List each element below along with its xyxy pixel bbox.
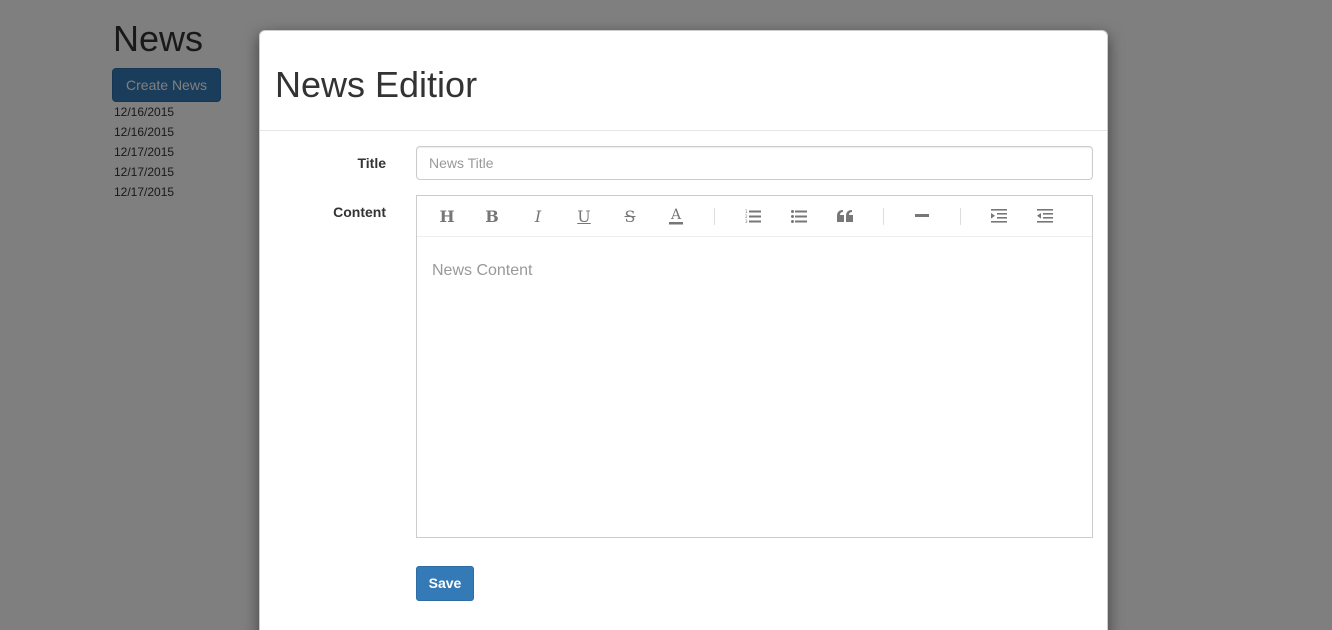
bold-icon[interactable]: B: [480, 204, 504, 228]
content-editor-area[interactable]: News Content: [417, 237, 1092, 537]
underline-icon[interactable]: U: [572, 204, 596, 228]
indent-icon[interactable]: [987, 204, 1011, 228]
outdent-icon[interactable]: [1033, 204, 1057, 228]
toolbar-separator: [714, 208, 715, 225]
modal-title: News Editior: [275, 64, 478, 105]
editor-toolbar: H B I U S A 123: [417, 196, 1092, 237]
svg-text:3: 3: [745, 219, 748, 223]
content-label: Content: [333, 204, 386, 220]
toolbar-separator: [960, 208, 961, 225]
news-editor-modal: News Editior Title Content H B I U S A 1…: [259, 30, 1108, 630]
strikethrough-icon[interactable]: S: [618, 204, 642, 228]
font-color-icon[interactable]: A: [664, 204, 688, 228]
ordered-list-icon[interactable]: 123: [741, 204, 765, 228]
horizontal-rule-icon[interactable]: [910, 204, 934, 228]
title-label: Title: [357, 155, 386, 171]
content-editor: H B I U S A 123 News Content: [416, 195, 1093, 538]
italic-icon[interactable]: I: [526, 204, 550, 228]
toolbar-separator: [883, 208, 884, 225]
save-button[interactable]: Save: [416, 566, 474, 601]
unordered-list-icon[interactable]: [787, 204, 811, 228]
modal-header: News Editior: [260, 31, 1107, 131]
title-input[interactable]: [416, 146, 1093, 180]
blockquote-icon[interactable]: [833, 204, 857, 228]
heading-icon[interactable]: H: [435, 204, 459, 228]
svg-text:A: A: [670, 207, 682, 223]
